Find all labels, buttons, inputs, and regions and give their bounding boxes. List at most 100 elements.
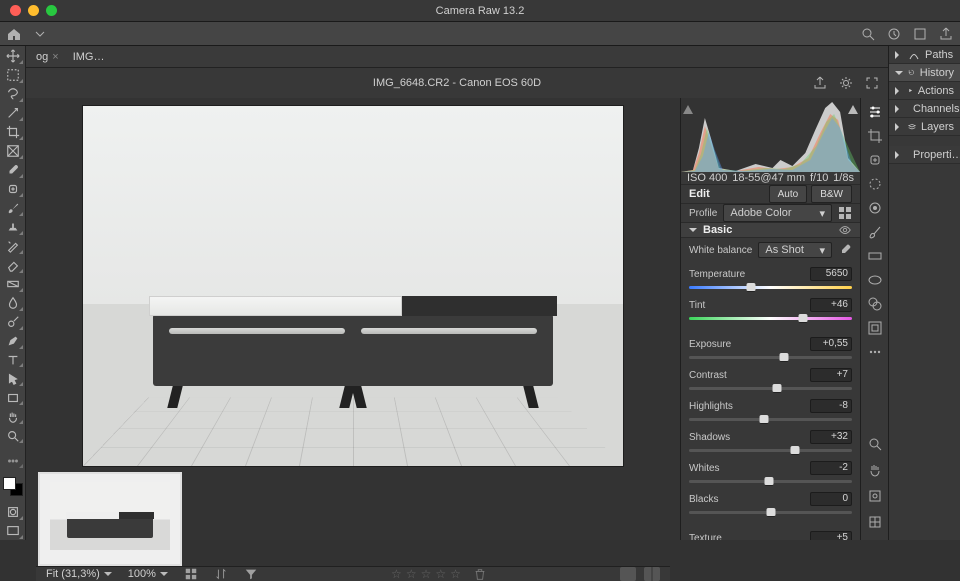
frame-tool[interactable] bbox=[2, 143, 24, 160]
masking-icon[interactable] bbox=[867, 176, 883, 192]
screen-mode-button[interactable] bbox=[2, 523, 24, 540]
panel-tab-layers[interactable]: Layers bbox=[889, 118, 960, 136]
exposure-slider[interactable] bbox=[689, 353, 852, 362]
brush-tool[interactable] bbox=[2, 200, 24, 217]
healing-icon[interactable] bbox=[867, 152, 883, 168]
move-tool[interactable] bbox=[2, 48, 24, 65]
quick-mask-button[interactable] bbox=[2, 504, 24, 521]
chevron-down-icon[interactable] bbox=[689, 228, 697, 236]
shadow-clip-warning[interactable] bbox=[683, 100, 693, 110]
blacks-slider[interactable] bbox=[689, 508, 852, 517]
eyedropper-tool[interactable] bbox=[2, 162, 24, 179]
fit-zoom-select[interactable]: Fit (31,3%) bbox=[46, 568, 112, 580]
marquee-tool[interactable] bbox=[2, 67, 24, 84]
share-icon[interactable] bbox=[812, 75, 828, 91]
lasso-tool[interactable] bbox=[2, 86, 24, 103]
zoom-select[interactable]: 100% bbox=[128, 568, 168, 580]
bw-button[interactable]: B&W bbox=[811, 185, 852, 203]
histogram[interactable] bbox=[681, 98, 860, 172]
highlights-slider[interactable] bbox=[689, 415, 852, 424]
home-icon[interactable] bbox=[6, 26, 22, 42]
frame-icon[interactable] bbox=[912, 26, 928, 42]
crop-icon[interactable] bbox=[867, 128, 883, 144]
zoom-icon[interactable] bbox=[867, 436, 883, 452]
hand-tool[interactable] bbox=[2, 408, 24, 425]
star-icon[interactable]: ☆ bbox=[435, 567, 446, 581]
gear-icon[interactable] bbox=[838, 75, 854, 91]
radial-gradient-icon[interactable] bbox=[867, 272, 883, 288]
sort-icon[interactable] bbox=[214, 567, 228, 581]
hand-icon[interactable] bbox=[867, 462, 883, 478]
more-icon[interactable] bbox=[867, 344, 883, 360]
single-view-button[interactable] bbox=[620, 567, 636, 581]
profile-browser-icon[interactable] bbox=[838, 206, 852, 220]
compare-view-button[interactable] bbox=[644, 567, 660, 581]
gradient-tool[interactable] bbox=[2, 276, 24, 293]
contrast-slider[interactable] bbox=[689, 384, 852, 393]
redeye-icon[interactable] bbox=[867, 200, 883, 216]
tint-slider[interactable] bbox=[689, 314, 852, 323]
white-balance-eyedropper-icon[interactable] bbox=[838, 243, 852, 257]
history-icon[interactable] bbox=[886, 26, 902, 42]
contrast-value[interactable]: +7 bbox=[810, 368, 852, 382]
whites-slider[interactable] bbox=[689, 477, 852, 486]
filmstrip-thumbnail[interactable] bbox=[38, 472, 182, 566]
eraser-tool[interactable] bbox=[2, 257, 24, 274]
filter-icon[interactable] bbox=[244, 567, 258, 581]
color-swatches[interactable] bbox=[3, 477, 23, 496]
shadows-value[interactable]: +32 bbox=[810, 430, 852, 444]
auto-button[interactable]: Auto bbox=[769, 185, 808, 203]
share-icon[interactable] bbox=[938, 26, 954, 42]
clone-stamp-tool[interactable] bbox=[2, 219, 24, 236]
highlight-clip-warning[interactable] bbox=[848, 100, 858, 110]
document-tab[interactable]: IMG… bbox=[73, 51, 105, 63]
crop-tool[interactable] bbox=[2, 124, 24, 141]
rectangle-tool[interactable] bbox=[2, 389, 24, 406]
image-canvas[interactable] bbox=[36, 106, 670, 466]
magic-wand-tool[interactable] bbox=[2, 105, 24, 122]
whites-value[interactable]: -2 bbox=[810, 461, 852, 475]
chevron-down-icon[interactable] bbox=[32, 26, 48, 42]
fullscreen-icon[interactable] bbox=[864, 75, 880, 91]
close-icon[interactable]: × bbox=[52, 51, 58, 63]
exposure-value[interactable]: +0,55 bbox=[810, 337, 852, 351]
star-icon[interactable]: ☆ bbox=[450, 567, 461, 581]
temperature-value[interactable]: 5650 bbox=[810, 267, 852, 281]
grid-overlay-icon[interactable] bbox=[867, 514, 883, 530]
edit-toolbar-button[interactable] bbox=[2, 452, 24, 469]
rating-stars[interactable]: ☆☆☆☆☆ bbox=[274, 567, 604, 581]
blur-tool[interactable] bbox=[2, 295, 24, 312]
star-icon[interactable]: ☆ bbox=[421, 567, 432, 581]
document-tab[interactable]: og× bbox=[36, 51, 59, 63]
panel-tab-history[interactable]: History bbox=[889, 64, 960, 82]
pen-tool[interactable] bbox=[2, 333, 24, 350]
temperature-slider[interactable] bbox=[689, 283, 852, 292]
texture-value[interactable]: +5 bbox=[810, 531, 852, 540]
presets-icon[interactable] bbox=[867, 296, 883, 312]
path-select-tool[interactable] bbox=[2, 370, 24, 387]
panel-tab-actions[interactable]: Actions bbox=[889, 82, 960, 100]
blacks-value[interactable]: 0 bbox=[810, 492, 852, 506]
local-brush-icon[interactable] bbox=[867, 224, 883, 240]
highlights-value[interactable]: -8 bbox=[810, 399, 852, 413]
snapshot-icon[interactable] bbox=[867, 320, 883, 336]
tint-value[interactable]: +46 bbox=[810, 298, 852, 312]
profile-select[interactable]: Adobe Color▾ bbox=[723, 204, 832, 222]
white-balance-select[interactable]: As Shot▾ bbox=[758, 242, 832, 258]
type-tool[interactable] bbox=[2, 352, 24, 369]
healing-brush-tool[interactable] bbox=[2, 181, 24, 198]
edit-sliders-icon[interactable] bbox=[867, 104, 883, 120]
grid-icon[interactable] bbox=[184, 567, 198, 581]
linear-gradient-icon[interactable] bbox=[867, 248, 883, 264]
star-icon[interactable]: ☆ bbox=[406, 567, 417, 581]
search-icon[interactable] bbox=[860, 26, 876, 42]
star-icon[interactable]: ☆ bbox=[391, 567, 402, 581]
panel-tab-paths[interactable]: Paths bbox=[889, 46, 960, 64]
dodge-tool[interactable] bbox=[2, 314, 24, 331]
shadows-slider[interactable] bbox=[689, 446, 852, 455]
zoom-tool[interactable] bbox=[2, 427, 24, 444]
trash-icon[interactable] bbox=[473, 567, 487, 581]
toggle-sampler-icon[interactable] bbox=[867, 488, 883, 504]
history-brush-tool[interactable] bbox=[2, 238, 24, 255]
eye-icon[interactable] bbox=[838, 223, 852, 237]
